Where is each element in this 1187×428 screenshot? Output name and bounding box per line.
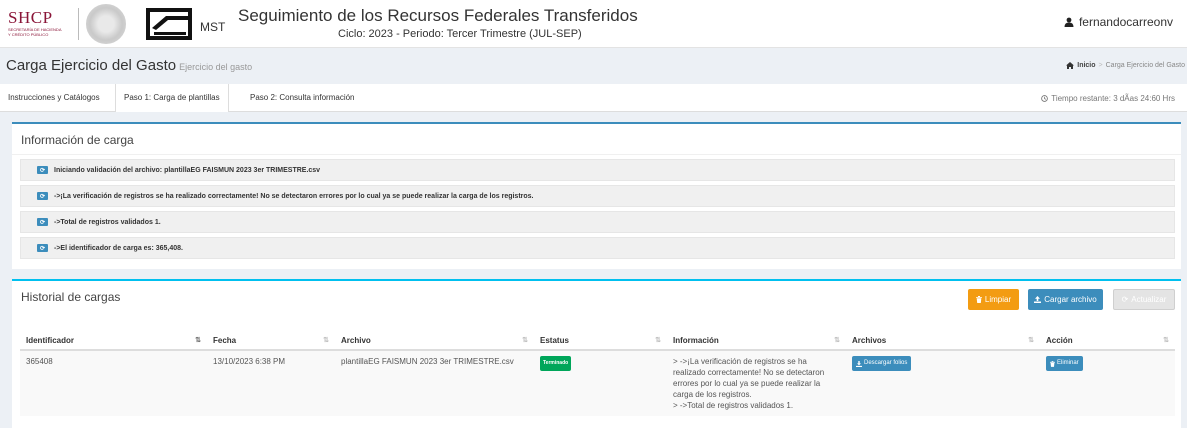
- column-header[interactable]: Identificador ⇅: [20, 331, 207, 351]
- government-seal-icon: [86, 4, 126, 44]
- tab-label: Instrucciones y Catálogos: [8, 93, 100, 102]
- log-text: ->Total de registros validados 1.: [54, 218, 161, 226]
- cargar-label: Cargar archivo: [1044, 295, 1097, 304]
- app-title: Seguimiento de los Recursos Federales Tr…: [238, 6, 638, 25]
- breadcrumb-home[interactable]: Inicio: [1077, 62, 1095, 69]
- mst-label: MST: [200, 20, 226, 34]
- column-header[interactable]: Archivo ⇅: [335, 331, 534, 351]
- actualizar-label: Actualizar: [1131, 295, 1167, 304]
- historial-table: Identificador ⇅ Fecha ⇅ Archivo ⇅ Estatus ⇅ …: [20, 331, 1175, 416]
- home-icon: [1066, 62, 1075, 69]
- log-text: ->El identificador de carga es: 365,408.: [54, 244, 183, 252]
- sort-icon: ⇅: [1163, 337, 1169, 344]
- column-header[interactable]: Información ⇅: [667, 331, 846, 351]
- descargar-label: Descargar folios: [864, 360, 908, 366]
- page-title-text: Carga Ejercicio del Gasto: [6, 57, 177, 74]
- cargar-archivo-button[interactable]: Cargar archivo: [1028, 289, 1103, 310]
- page-title: Carga Ejercicio del Gasto Ejercicio del g…: [6, 57, 252, 74]
- carga-info-panel: Información de carga ⟳ Iniciando validac…: [12, 122, 1181, 269]
- historial-panel: Historial de cargas Limpiar Cargar archi…: [12, 279, 1181, 428]
- cell-accion: Eliminar: [1040, 350, 1175, 416]
- info-line: > ->¡La verificación de registros se ha …: [673, 357, 825, 399]
- tab-label: Paso 2: Consulta información: [250, 93, 355, 102]
- column-label: Estatus: [540, 335, 569, 345]
- log-item: ⟳ ->¡La verificación de registros se ha …: [20, 185, 1175, 207]
- trash-icon: [1050, 360, 1055, 367]
- page-subtitle: Ejercicio del gasto: [179, 62, 253, 72]
- eliminar-label: Eliminar: [1057, 360, 1079, 366]
- actualizar-button[interactable]: ⟳ Actualizar: [1113, 289, 1175, 310]
- descargar-folios-button[interactable]: Descargar folios: [852, 356, 912, 371]
- column-label: Archivos: [852, 335, 887, 345]
- tab-instrucciones[interactable]: Instrucciones y Catálogos: [0, 84, 108, 112]
- breadcrumb-separator: >: [1098, 62, 1103, 69]
- upload-icon: [1034, 296, 1042, 303]
- column-header[interactable]: Archivos ⇅: [846, 331, 1040, 351]
- cell-archivos: Descargar folios: [846, 350, 1040, 416]
- tab-paso2[interactable]: Paso 2: Consulta información: [242, 84, 363, 112]
- historial-title: Historial de cargas: [21, 290, 121, 304]
- cell-informacion: > ->¡La verificación de registros se ha …: [667, 350, 846, 416]
- page-heading: Carga Ejercicio del Gasto Ejercicio del g…: [0, 48, 1187, 84]
- carga-info-title: Información de carga: [21, 133, 134, 147]
- app-subtitle: Ciclo: 2023 - Periodo: Tercer Trimestre …: [338, 28, 582, 40]
- breadcrumb-current: Carga Ejercicio del Gasto: [1105, 62, 1185, 69]
- username: fernandocarreonv: [1078, 15, 1173, 29]
- table-row: 365408 13/10/2023 6:38 PM plantillaEG FA…: [20, 350, 1175, 416]
- eliminar-button[interactable]: Eliminar: [1046, 356, 1083, 371]
- shcp-logo-text: SHCP: [8, 8, 53, 27]
- sort-icon: ⇅: [195, 337, 201, 344]
- column-header[interactable]: Fecha ⇅: [207, 331, 335, 351]
- info-line: > ->Total de registros validados 1.: [673, 401, 794, 410]
- sort-icon: ⇅: [655, 337, 661, 344]
- column-label: Información: [673, 335, 719, 345]
- shcp-logo-sub2: Y CRÉDITO PÚBLICO: [8, 32, 49, 37]
- sort-icon: ⇅: [834, 337, 840, 344]
- logo-divider: [78, 8, 79, 40]
- top-header: SHCP SECRETARÍA DE HACIENDA Y CRÉDITO PÚ…: [0, 0, 1187, 48]
- refresh-icon: ⟳: [37, 166, 48, 174]
- cell-estatus: Terminado: [534, 350, 667, 416]
- status-badge: Terminado: [540, 356, 572, 371]
- sort-icon: ⇅: [522, 337, 528, 344]
- sort-icon: ⇅: [1028, 337, 1034, 344]
- log-item: ⟳ ->Total de registros validados 1.: [20, 211, 1175, 233]
- tab-bar: Instrucciones y Catálogos Paso 1: Carga …: [0, 84, 1187, 112]
- log-text: Iniciando validación del archivo: planti…: [54, 166, 321, 174]
- refresh-icon: ⟳: [37, 218, 48, 226]
- cell-identificador: 365408: [26, 357, 53, 366]
- column-label: Archivo: [341, 335, 371, 345]
- download-icon: [856, 360, 862, 367]
- mst-logo-icon: [146, 8, 192, 40]
- log-item: ⟳ Iniciando validación del archivo: plan…: [20, 159, 1175, 181]
- tab-label: Paso 1: Carga de plantillas: [124, 93, 220, 102]
- column-label: Acción: [1046, 335, 1073, 345]
- cell-fecha: 13/10/2023 6:38 PM: [213, 357, 286, 366]
- time-remaining-text: Tiempo restante: 3 dÃ­as 24:60 Hrs: [1051, 94, 1175, 103]
- time-remaining: Tiempo restante: 3 dÃ­as 24:60 Hrs: [1041, 94, 1175, 103]
- sort-icon: ⇅: [323, 337, 329, 344]
- tab-paso1[interactable]: Paso 1: Carga de plantillas: [115, 84, 229, 112]
- clock-icon: [1041, 95, 1049, 102]
- refresh-icon: ⟳: [37, 244, 48, 252]
- cell-archivo: plantillaEG FAISMUN 2023 3er TRIMESTRE.c…: [341, 357, 514, 366]
- limpiar-label: Limpiar: [984, 295, 1012, 304]
- divider: [12, 154, 1181, 155]
- refresh-icon: ⟳: [1121, 295, 1129, 304]
- log-text: ->¡La verificación de registros se ha re…: [54, 192, 534, 200]
- shcp-logo: SHCP SECRETARÍA DE HACIENDA Y CRÉDITO PÚ…: [8, 9, 70, 41]
- breadcrumb: Inicio > Carga Ejercicio del Gasto: [1066, 62, 1185, 69]
- column-header[interactable]: Estatus ⇅: [534, 331, 667, 351]
- column-label: Fecha: [213, 335, 237, 345]
- log-item: ⟳ ->El identificador de carga es: 365,40…: [20, 237, 1175, 259]
- trash-icon: [975, 296, 982, 303]
- user-icon: [1064, 17, 1074, 27]
- limpiar-button[interactable]: Limpiar: [968, 289, 1019, 310]
- refresh-icon: ⟳: [37, 192, 48, 200]
- table-header-row: Identificador ⇅ Fecha ⇅ Archivo ⇅ Estatus ⇅ …: [20, 331, 1175, 351]
- column-header[interactable]: Acción ⇅: [1040, 331, 1175, 351]
- column-label: Identificador: [26, 335, 75, 345]
- user-menu[interactable]: fernandocarreonv: [1064, 15, 1173, 29]
